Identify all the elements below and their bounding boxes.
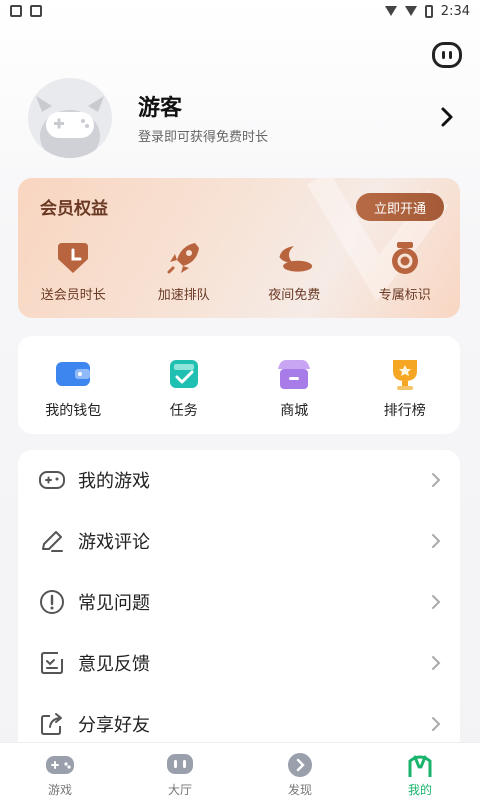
vip-benefits-card: 会员权益 立即开通 送会员时长 加速排队 夜间免费 专属标识 <box>18 178 460 318</box>
menu-item-label: 游戏评论 <box>78 532 150 553</box>
menu-item-label: 我的游戏 <box>78 471 150 492</box>
quick-label: 我的钱包 <box>45 403 102 419</box>
vip-title: 会员权益 <box>40 199 108 219</box>
store-button[interactable]: 商城 <box>239 356 350 434</box>
mine-tab-icon <box>403 751 437 779</box>
vip-item-label: 专属标识 <box>378 288 431 303</box>
tab-discover[interactable]: 发现 <box>240 743 360 800</box>
leaderboard-button[interactable]: 排行榜 <box>350 356 461 434</box>
signal-icon <box>404 6 417 16</box>
clock: 2:34 <box>440 3 470 19</box>
chevron-right-icon <box>432 595 441 609</box>
login-hint: 登录即可获得免费时长 <box>138 130 269 145</box>
chevron-right-icon <box>432 656 441 670</box>
store-icon <box>274 356 314 392</box>
battery-icon <box>424 4 433 18</box>
tab-label: 游戏 <box>47 783 72 797</box>
menu-item-label: 意见反馈 <box>78 654 150 675</box>
chevron-right-icon <box>432 473 441 487</box>
pencil-icon <box>38 527 66 555</box>
vip-item-label: 夜间免费 <box>268 288 321 303</box>
trophy-icon <box>385 356 425 392</box>
discover-tab-icon <box>283 751 317 779</box>
chevron-right-icon <box>432 534 441 548</box>
vip-item-time[interactable]: 送会员时长 <box>18 240 129 303</box>
chevron-right-icon <box>432 717 441 731</box>
robot-avatar-icon <box>36 96 104 158</box>
lobby-tab-icon <box>163 751 197 779</box>
tab-label: 大厅 <box>167 783 192 797</box>
tab-lobby[interactable]: 大厅 <box>120 743 240 800</box>
tab-label: 发现 <box>287 783 312 797</box>
menu-item-feedback[interactable]: 意见反馈 <box>18 633 460 693</box>
message-icon-dot <box>442 51 445 59</box>
vip-item-queue[interactable]: 加速排队 <box>129 240 240 303</box>
notification-icon <box>10 5 22 17</box>
wifi-icon <box>384 6 397 16</box>
status-bar: 2:34 <box>0 0 480 22</box>
quick-label: 任务 <box>169 403 198 419</box>
message-icon-dot <box>449 51 452 59</box>
menu-item-label: 常见问题 <box>78 593 150 614</box>
wallet-button[interactable]: 我的钱包 <box>18 356 129 434</box>
username: 游客 <box>138 96 183 121</box>
chevron-right-icon[interactable] <box>436 106 458 128</box>
feedback-icon <box>38 649 66 677</box>
vip-item-label: 加速排队 <box>157 288 210 303</box>
badge-icon <box>385 240 425 276</box>
task-button[interactable]: 任务 <box>129 356 240 434</box>
vip-item-badge[interactable]: 专属标识 <box>350 240 461 303</box>
message-button[interactable] <box>432 42 462 68</box>
gamepad-icon <box>38 466 66 494</box>
avatar[interactable] <box>28 78 112 158</box>
tab-games[interactable]: 游戏 <box>0 743 120 800</box>
menu-item-my-games[interactable]: 我的游戏 <box>18 450 460 510</box>
vip-time-icon <box>53 240 93 276</box>
rocket-icon <box>164 240 204 276</box>
menu-item-faq[interactable]: 常见问题 <box>18 572 460 632</box>
question-icon <box>38 588 66 616</box>
wallet-icon <box>53 356 93 392</box>
vip-open-button[interactable]: 立即开通 <box>356 193 444 221</box>
profile-header[interactable]: 游客 登录即可获得免费时长 <box>28 78 468 158</box>
menu-list: 我的游戏 游戏评论 常见问题 意见反馈 分享好友 <box>18 450 460 750</box>
task-icon <box>164 356 204 392</box>
quick-label: 排行榜 <box>383 403 426 419</box>
tab-label: 我的 <box>407 783 432 797</box>
tab-mine[interactable]: 我的 <box>360 743 480 800</box>
image-notification-icon <box>30 5 42 17</box>
quick-label: 商城 <box>280 403 309 419</box>
vip-item-label: 送会员时长 <box>40 288 106 303</box>
bottom-tab-bar: 游戏 大厅 发现 我的 <box>0 742 480 800</box>
game-tab-icon <box>43 751 77 779</box>
share-icon <box>38 710 66 738</box>
vip-item-night[interactable]: 夜间免费 <box>239 240 350 303</box>
menu-item-game-reviews[interactable]: 游戏评论 <box>18 511 460 571</box>
menu-item-label: 分享好友 <box>78 715 150 736</box>
quick-actions-card: 我的钱包 任务 商城 排行榜 <box>18 336 460 434</box>
moon-icon <box>274 240 314 276</box>
